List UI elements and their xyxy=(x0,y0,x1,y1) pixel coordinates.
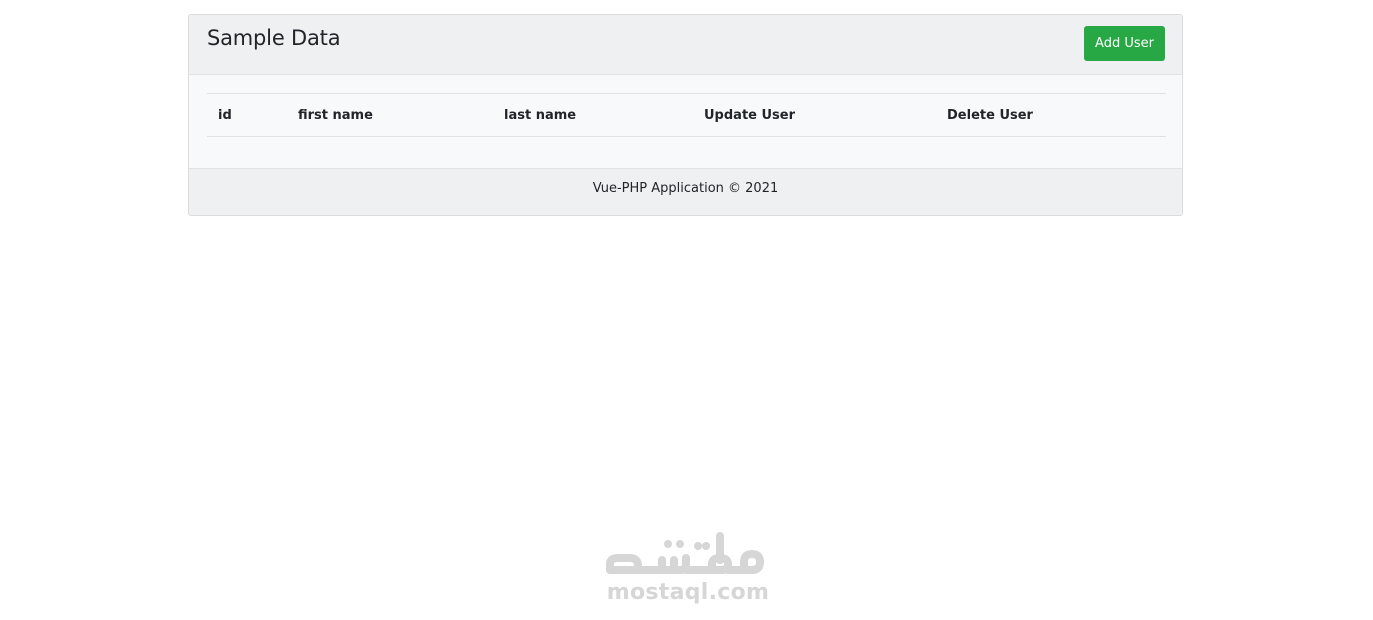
watermark-arabic-logo xyxy=(606,532,764,574)
data-card: Sample Data Add User id first name last … xyxy=(188,14,1183,216)
column-header-delete-user: Delete User xyxy=(936,93,1166,137)
card-body: id first name last name Update User Dele… xyxy=(189,75,1182,171)
column-header-first-name: first name xyxy=(287,93,493,137)
column-header-update-user: Update User xyxy=(693,93,936,137)
column-header-id: id xyxy=(207,93,287,137)
watermark-text: mostaql.com xyxy=(606,580,770,605)
page-title: Sample Data xyxy=(207,26,341,50)
users-table: id first name last name Update User Dele… xyxy=(207,93,1166,137)
add-user-button[interactable]: Add User xyxy=(1084,26,1165,61)
card-header: Sample Data Add User xyxy=(189,15,1182,75)
table-header-row: id first name last name Update User Dele… xyxy=(207,93,1166,137)
table-head: id first name last name Update User Dele… xyxy=(207,93,1166,137)
footer-copyright: Vue-PHP Application © 2021 xyxy=(592,181,779,196)
card-footer: Vue-PHP Application © 2021 xyxy=(189,168,1182,215)
column-header-last-name: last name xyxy=(493,93,693,137)
mostaql-watermark-logo: mostaql.com xyxy=(602,530,772,610)
